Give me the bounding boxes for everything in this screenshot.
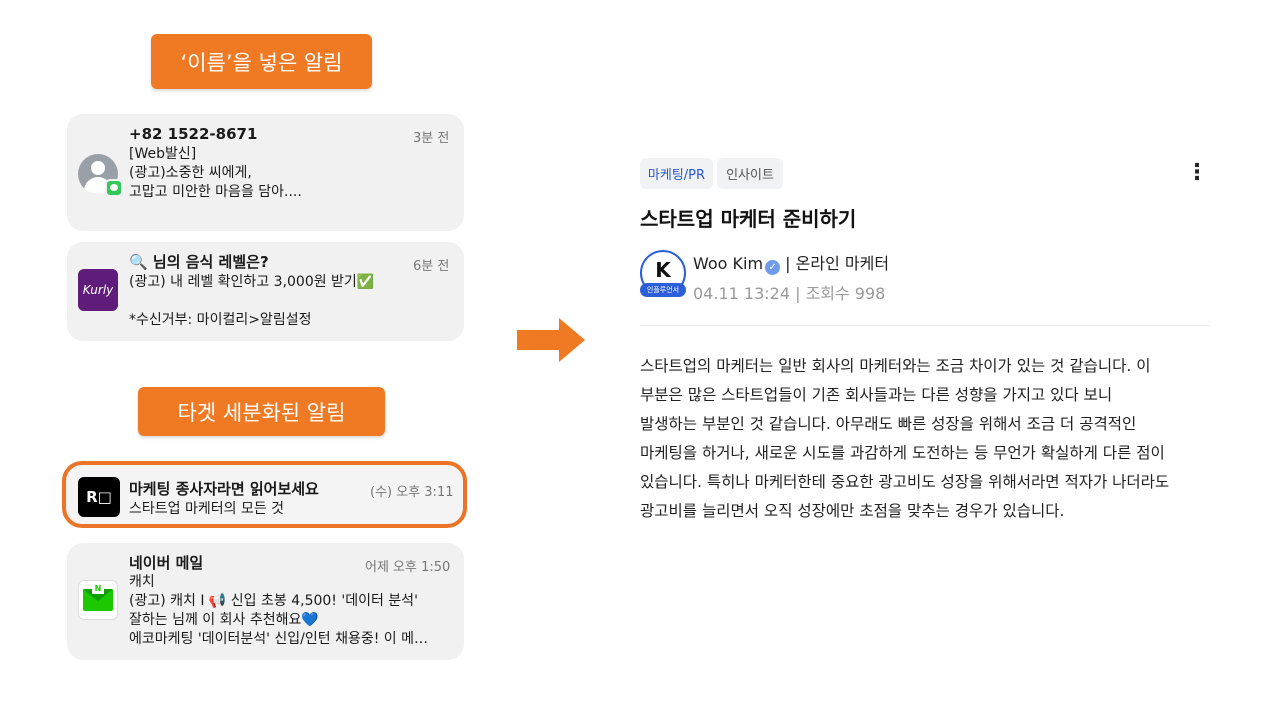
tag-marketing-pr[interactable]: 마케팅/PR — [640, 158, 713, 189]
rocketpunch-app-icon: R□ — [78, 477, 120, 517]
notification-line: (광고) 캐치 I 📢 신입 초봉 4,500! '데이터 분석' — [129, 593, 418, 609]
article-body-line: 있습니다. 특히나 마케터한테 중요한 광고비도 성장을 위해서라면 적자가 나… — [640, 473, 1170, 491]
notification-sender: +82 1522-8671 — [129, 125, 258, 143]
author-role: | 온라인 마케터 — [780, 254, 890, 273]
notification-card-highlighted[interactable]: R□ 마케팅 종사자라면 읽어보세요 (수) 오후 3:11 스타트업 마케터의… — [62, 461, 467, 528]
divider — [640, 325, 1210, 326]
naver-mail-icon: N — [78, 580, 118, 620]
article-date: 04.11 13:24 — [693, 284, 790, 303]
kurly-app-icon: Kurly — [78, 269, 118, 311]
notification-card[interactable]: N 네이버 메일 어제 오후 1:50 캐치 (광고) 캐치 I 📢 신입 초봉… — [67, 543, 464, 660]
article-body-line: 스타트업의 마케터는 일반 회사의 마케터와는 조금 차이가 있는 것 같습니다… — [640, 357, 1151, 375]
notification-sender: 네이버 메일 — [129, 554, 204, 572]
right-arrow-icon — [517, 318, 585, 362]
notification-line: (광고) 내 레벨 확인하고 3,000원 받기✅ — [129, 274, 375, 290]
notification-line: 스타트업 마케터의 모든 것 — [129, 501, 285, 517]
notification-sender: 🔍 님의 음식 레벨은? — [129, 253, 269, 271]
notification-card[interactable]: Kurly 🔍 님의 음식 레벨은? 6분 전 (광고) 내 레벨 확인하고 3… — [67, 242, 464, 341]
notification-sender: 마케팅 종사자라면 읽어보세요 — [129, 480, 319, 498]
message-badge-icon — [105, 179, 123, 197]
section-label-targeted-notification: 타겟 세분화된 알림 — [138, 387, 385, 436]
avatar-letter: K — [655, 258, 671, 282]
notification-line: [Web발신] — [129, 146, 197, 162]
notification-line: (광고)소중한 씨에게, — [129, 165, 252, 181]
notification-line: 에코마케팅 '데이터분석' 신입/인턴 채용중! 이 메… — [129, 631, 428, 647]
article-body-line: 광고비를 늘리면서 오직 성장에만 초점을 맞추는 경우가 있습니다. — [640, 502, 1065, 520]
article-meta: 04.11 13:24 | 조회수 998 — [693, 280, 885, 304]
verified-icon: ✓ — [765, 260, 781, 275]
section-label-name-notification: ‘이름’을 넣은 알림 — [151, 34, 372, 89]
notification-time: 6분 전 — [413, 259, 450, 274]
more-options-icon[interactable]: ⋮ — [1186, 160, 1208, 186]
notification-line: *수신거부: 마이컬리>알림설정 — [129, 312, 312, 328]
notification-card[interactable]: +82 1522-8671 3분 전 [Web발신] (광고)소중한 씨에게, … — [67, 114, 464, 231]
article-body-line: 발생하는 부분인 것 같습니다. 아무래도 빠른 성장을 위해서 조금 더 공격… — [640, 415, 1137, 433]
influencer-badge: 인플루언서 — [640, 283, 686, 297]
notification-line: 잘하는 님께 이 회사 추천해요💙 — [129, 612, 319, 628]
author-line: Woo Kim ✓ | 온라인 마케터 — [693, 250, 889, 275]
article-views: | 조회수 998 — [790, 284, 886, 303]
notification-line: 고맙고 미안한 마음을 담아.... — [129, 184, 302, 200]
author-name[interactable]: Woo Kim — [693, 254, 763, 273]
article-title: 스타트업 마케터 준비하기 — [640, 207, 857, 231]
notification-time: 3분 전 — [413, 131, 450, 146]
article-body-line: 마케팅을 하거나, 새로운 시도를 과감하게 도전하는 등 무언가 확실하게 다… — [640, 444, 1165, 462]
notification-time: (수) 오후 3:11 — [370, 485, 454, 500]
naver-n-logo: N — [92, 582, 104, 594]
notification-line: 캐치 — [129, 574, 155, 590]
article-body-line: 부분은 많은 스타트업들이 기존 회사들과는 다른 성향을 가지고 있다 보니 — [640, 386, 1113, 404]
tag-insight[interactable]: 인사이트 — [717, 158, 783, 189]
notification-time: 어제 오후 1:50 — [365, 560, 451, 575]
